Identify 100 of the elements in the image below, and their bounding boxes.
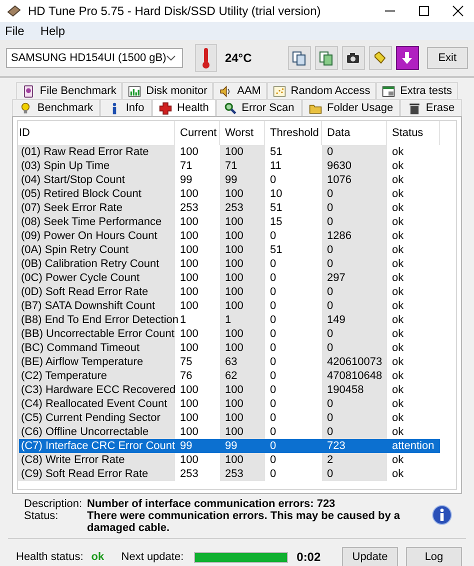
tab[interactable]: Disk monitor	[122, 82, 214, 99]
table-cell: 0	[322, 187, 387, 201]
table-cell-text: 100	[179, 257, 200, 271]
table-cell-text: 100	[179, 271, 200, 285]
toolbar-button[interactable]	[342, 46, 365, 70]
table-cell: 253	[220, 201, 265, 215]
table-cell-text: ok	[391, 355, 405, 369]
action-button[interactable]: Log	[406, 546, 462, 566]
column-header[interactable]: Threshold	[265, 121, 322, 145]
download-button[interactable]	[396, 46, 419, 70]
table-cell: 100	[220, 145, 265, 159]
table-cell-text: ok	[391, 453, 405, 467]
table-cell-text: ok	[391, 341, 405, 355]
table-cell-text: ok	[391, 229, 405, 243]
table-cell-text: 15	[269, 215, 284, 229]
table-cell: 100	[220, 383, 265, 397]
table-cell[interactable]: (B8) End To End Error Detection	[19, 313, 181, 327]
table-cell-text: ok	[391, 201, 405, 215]
next-update-label: Next update:	[121, 551, 184, 563]
document-icon	[22, 84, 35, 98]
table-cell-text: ok	[391, 145, 405, 159]
tab[interactable]: Info	[100, 99, 152, 116]
menu-item[interactable]: Help	[40, 24, 66, 38]
table-cell: 0	[322, 411, 387, 425]
temperature-reading: 24°C	[224, 51, 252, 65]
table-cell-text: 0	[269, 271, 278, 285]
table-cell-text: 100	[179, 453, 200, 467]
thermometer-icon	[201, 47, 212, 69]
table-cell-text: 0	[269, 383, 278, 397]
table-cell-text: ok	[391, 285, 405, 299]
table-cell: 100	[220, 411, 265, 425]
tab[interactable]: File Benchmark	[16, 82, 122, 99]
table-cell-text: 75	[179, 355, 194, 369]
table-cell[interactable]: (BB) Uncorrectable Error Count	[19, 327, 176, 341]
toolbar-button[interactable]	[368, 46, 392, 70]
maximize-icon[interactable]	[418, 5, 430, 17]
table-cell: 100	[220, 327, 265, 341]
menu-item[interactable]: File	[5, 24, 24, 38]
table-cell-text: 0	[269, 257, 278, 271]
table-cell: 420610073	[322, 355, 387, 369]
table-cell-text: 100	[179, 411, 200, 425]
table-cell-text: ok	[391, 313, 405, 327]
column-header[interactable]: Status	[387, 121, 440, 145]
table-cell: 100	[220, 243, 265, 257]
table-cell-text: 100	[179, 383, 200, 397]
table-cell-text: ok	[391, 243, 405, 257]
table-cell-text: 0	[269, 229, 278, 243]
table-cell-text: 51	[269, 243, 284, 257]
table-cell: 1286	[322, 229, 387, 243]
tab[interactable]: Benchmark	[12, 99, 100, 116]
table-cell: 100	[220, 187, 265, 201]
table-cell-text: 100	[179, 327, 200, 341]
toolbar-button[interactable]	[314, 46, 338, 70]
table-cell-text: ok	[391, 383, 405, 397]
tab[interactable]: Extra tests	[376, 82, 458, 99]
table-cell: 470810648	[322, 369, 387, 383]
speaker-icon	[219, 84, 232, 98]
table-cell-text: 253	[179, 201, 200, 215]
close-icon[interactable]	[452, 5, 464, 17]
toolbar-button[interactable]	[288, 46, 311, 70]
table-cell: attention	[387, 439, 440, 453]
table-cell-text: 253	[179, 467, 200, 481]
description-label: Description:	[24, 498, 84, 510]
window-title: HD Tune Pro 5.75 - Hard Disk/SSD Utility (trial version)	[28, 4, 322, 18]
table-cell: 2	[322, 453, 387, 467]
table-cell-text: 100	[179, 187, 200, 201]
table-cell[interactable]: (C7) Interface CRC Error Count	[19, 439, 178, 453]
table-cell: 253	[220, 467, 265, 481]
table-cell: 63	[220, 355, 265, 369]
table-cell-text: 0	[269, 397, 278, 411]
thermometer-button[interactable]	[195, 44, 217, 72]
table-cell-text: 100	[179, 285, 200, 299]
table-cell-text: ok	[391, 369, 405, 383]
action-button[interactable]: Update	[342, 546, 398, 566]
chart-icon	[128, 84, 142, 98]
table-cell-text: 0	[269, 299, 278, 313]
tab[interactable]: Erase	[400, 99, 462, 116]
exit-button[interactable]: Exit	[426, 47, 468, 69]
copy-icon	[291, 50, 308, 66]
drive-dropdown[interactable]: SAMSUNG HD154UI (1500 gB)	[6, 48, 184, 68]
table-cell: 0	[322, 467, 387, 481]
tab[interactable]: Health	[152, 99, 216, 116]
table-cell: 100	[220, 229, 265, 243]
tab[interactable]: Random Access	[266, 82, 376, 99]
table-cell: 100	[220, 397, 265, 411]
table-cell: 0	[322, 201, 387, 215]
table-cell-text: ok	[391, 327, 405, 341]
tab[interactable]: AAM	[213, 82, 267, 99]
medical-cross-icon	[159, 102, 172, 114]
table-cell: 149	[322, 313, 387, 327]
tab[interactable]: Folder Usage	[302, 99, 400, 116]
table-cell-text: ok	[391, 467, 405, 481]
tab[interactable]: Error Scan	[216, 99, 302, 116]
column-header[interactable]: Current	[175, 121, 220, 145]
table-cell-text: 100	[179, 341, 200, 355]
table-cell-text: ok	[391, 397, 405, 411]
health-status-value: ok	[91, 551, 106, 563]
table-cell-text: ok	[391, 271, 405, 285]
table-cell: 99	[175, 439, 220, 453]
table-cell[interactable]: (C3) Hardware ECC Recovered	[19, 383, 178, 397]
